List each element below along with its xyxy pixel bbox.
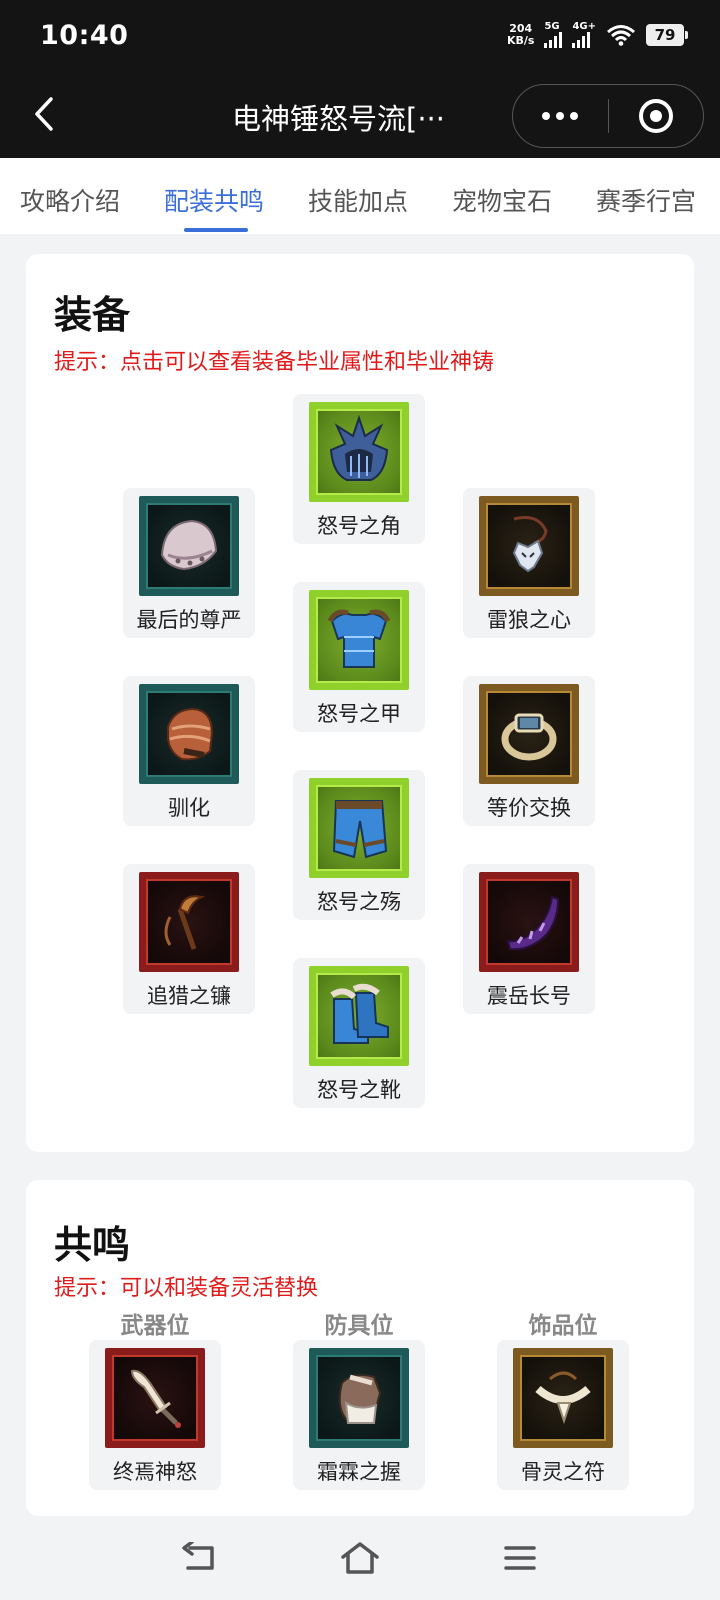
accessory-slot-label: 饰品位	[528, 1313, 598, 1339]
equipment-item-label: 怒号之角	[317, 514, 401, 538]
boots-icon	[330, 983, 389, 1044]
equipment-item-scythe[interactable]: 追猎之镰	[123, 864, 255, 1014]
equipment-item-label: 怒号之靴	[317, 1078, 401, 1102]
tab-guide-intro[interactable]: 攻略介绍	[20, 182, 120, 218]
chevron-left-icon	[35, 97, 53, 131]
fur-gauntlet-icon	[338, 1374, 382, 1424]
resonance-item-label: 终焉神怒	[113, 1460, 197, 1484]
horn-icon	[506, 895, 560, 951]
home-icon	[341, 1542, 379, 1574]
more-dots-icon	[542, 112, 551, 120]
active-tab-indicator	[184, 228, 248, 232]
ring-icon	[501, 713, 557, 761]
amulet-icon	[512, 516, 548, 573]
resonance-item-armor[interactable]: 霜霖之握	[293, 1340, 425, 1490]
helmet-icon	[329, 414, 389, 481]
equipment-item-label: 怒号之殇	[317, 890, 401, 914]
target-icon	[638, 99, 673, 133]
resonance-title: 共鸣	[54, 1223, 131, 1267]
equipment-item-amulet[interactable]: 雷狼之心	[463, 488, 595, 638]
return-icon	[182, 1542, 214, 1570]
equipment-item-chest[interactable]: 怒号之甲	[293, 582, 425, 732]
nav-home-button[interactable]	[338, 1536, 382, 1580]
scythe-icon	[164, 895, 206, 950]
armor-slot-label: 防具位	[324, 1313, 394, 1339]
resonance-item-weapon[interactable]: 终焉神怒	[89, 1340, 221, 1490]
fang-necklace-icon	[535, 1371, 591, 1425]
tab-skill-points[interactable]: 技能加点	[308, 182, 408, 218]
more-button[interactable]	[513, 85, 608, 147]
signal-4g-icon: 4G+	[572, 22, 596, 48]
equipment-item-label: 驯化	[168, 796, 210, 820]
mini-program-capsule	[512, 84, 704, 148]
chest-armor-icon	[327, 609, 391, 668]
nav-menu-button[interactable]	[498, 1536, 542, 1580]
nav-back-button[interactable]	[178, 1536, 222, 1580]
equipment-item-helmet[interactable]: 怒号之角	[293, 394, 425, 544]
back-button[interactable]	[24, 92, 64, 136]
tab-pet-gems[interactable]: 宠物宝石	[452, 182, 552, 218]
equipment-hint: 提示：点击可以查看装备毕业属性和毕业神铸	[54, 350, 495, 375]
equipment-item-label: 怒号之甲	[317, 702, 401, 726]
resonance-item-accessory[interactable]: 骨灵之符	[497, 1340, 629, 1490]
equipment-title: 装备	[54, 293, 131, 337]
signal-5g-icon: 5G	[544, 22, 563, 48]
tab-season-palace[interactable]: 赛季行宫	[596, 182, 696, 218]
equipment-item-ring[interactable]: 等价交换	[463, 676, 595, 826]
wifi-icon	[607, 25, 635, 46]
resonance-item-label: 骨灵之符	[521, 1460, 605, 1484]
equipment-item-horn[interactable]: 震岳长号	[463, 864, 595, 1014]
page-title: 电神锤怒号流[···	[232, 102, 445, 136]
equipment-item-label: 等价交换	[487, 796, 571, 820]
equipment-item-label: 震岳长号	[487, 984, 571, 1008]
pants-icon	[332, 800, 388, 859]
menu-icon	[504, 1546, 536, 1570]
close-button[interactable]	[608, 85, 703, 147]
equipment-item-label: 雷狼之心	[487, 608, 571, 632]
bone-blade-icon	[130, 1369, 181, 1428]
battery-icon: 79	[646, 24, 688, 46]
equipment-item-gauntlet[interactable]: 驯化	[123, 676, 255, 826]
network-speed: 204 KB/s	[506, 22, 535, 47]
equipment-item-boots[interactable]: 怒号之靴	[293, 958, 425, 1108]
top-bar: 10:40 204 KB/s 5G 4G+ 79 电神锤怒号流[···	[0, 0, 720, 158]
equipment-item-shoulder[interactable]: 最后的尊严	[123, 488, 255, 638]
resonance-item-label: 霜霖之握	[317, 1460, 401, 1484]
status-time: 10:40	[40, 20, 129, 51]
equipment-item-label: 最后的尊严	[136, 608, 242, 632]
tab-bar: 攻略介绍 配装共鸣 技能加点 宠物宝石 赛季行宫	[0, 158, 720, 234]
gauntlet-icon	[167, 707, 214, 761]
shoulder-icon	[160, 519, 218, 571]
status-indicators: 204 KB/s 5G 4G+ 79	[506, 22, 688, 48]
equipment-item-label: 追猎之镰	[147, 984, 231, 1008]
equipment-item-pants[interactable]: 怒号之殇	[293, 770, 425, 920]
weapon-slot-label: 武器位	[120, 1313, 190, 1339]
resonance-hint: 提示：可以和装备灵活替换	[54, 1276, 319, 1301]
system-nav-bar	[0, 1516, 720, 1600]
tab-gear-resonance[interactable]: 配装共鸣	[164, 182, 264, 218]
